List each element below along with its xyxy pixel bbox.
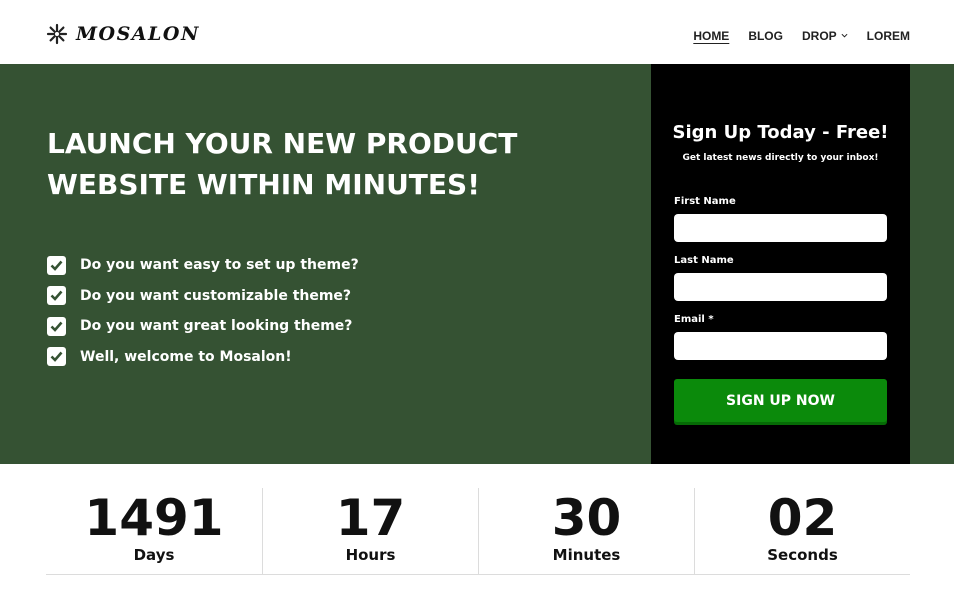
checklist-text: Do you want great looking theme? (80, 318, 353, 335)
countdown-minutes: 30 Minutes (478, 488, 694, 575)
checkbox-checked-icon (47, 286, 66, 306)
last-name-field[interactable] (674, 273, 887, 301)
countdown-value: 30 (551, 489, 622, 547)
asterisk-flower-icon (46, 23, 68, 45)
checkbox-checked-icon (47, 255, 66, 275)
nav-lorem[interactable]: LOREM (867, 29, 910, 43)
hero-title-line2: WEBSITE WITHIN MINUTES! (47, 168, 480, 201)
countdown-value: 17 (335, 489, 406, 547)
site-logo[interactable]: MOSALON (46, 21, 200, 47)
checklist-text: Well, welcome to Mosalon! (80, 348, 292, 365)
checklist-text: Do you want customizable theme? (80, 287, 352, 304)
first-name-label: First Name (674, 196, 736, 207)
nav-drop-label: DROP (801, 29, 837, 43)
countdown-value: 02 (767, 489, 838, 547)
hero-title: LAUNCH YOUR NEW PRODUCT WEBSITE WITHIN M… (47, 123, 567, 205)
countdown-label: Days (133, 546, 175, 564)
countdown-seconds: 02 Seconds (694, 488, 910, 575)
site-header: MOSALON HOME BLOG DROP LOREM (0, 0, 954, 64)
email-label: Email * (674, 314, 714, 325)
logo-text: MOSALON (76, 23, 200, 45)
main-nav: HOME BLOG DROP LOREM (693, 29, 910, 43)
countdown-label: Hours (345, 546, 396, 564)
checklist-text: Do you want easy to set up theme? (80, 257, 359, 274)
countdown-timer: 1491 Days 17 Hours 30 Minutes 02 Seconds (46, 488, 910, 575)
checkbox-checked-icon (47, 316, 66, 336)
first-name-field[interactable] (674, 214, 887, 242)
signup-form: Sign Up Today - Free! Get latest news di… (651, 64, 910, 464)
countdown-days: 1491 Days (46, 488, 262, 575)
last-name-label: Last Name (674, 255, 734, 266)
chevron-down-icon (841, 33, 848, 38)
checkbox-checked-icon (47, 347, 66, 367)
feature-checklist: Do you want easy to set up theme? Do you… (47, 250, 359, 372)
checklist-item: Do you want customizable theme? (47, 281, 359, 312)
countdown-value: 1491 (84, 489, 224, 547)
countdown-label: Seconds (767, 546, 838, 564)
nav-home[interactable]: HOME (693, 29, 729, 43)
signup-title: Sign Up Today - Free! (672, 122, 889, 143)
sign-up-button[interactable]: SIGN UP NOW (674, 379, 887, 422)
hero-title-line1: LAUNCH YOUR NEW PRODUCT (47, 127, 518, 160)
checklist-item: Do you want great looking theme? (47, 311, 359, 342)
nav-drop[interactable]: DROP (802, 29, 848, 43)
signup-subtitle: Get latest news directly to your inbox! (682, 153, 879, 163)
nav-blog[interactable]: BLOG (748, 29, 783, 43)
checklist-item: Well, welcome to Mosalon! (47, 342, 359, 373)
checklist-item: Do you want easy to set up theme? (47, 250, 359, 281)
countdown-hours: 17 Hours (262, 488, 478, 575)
email-field[interactable] (674, 332, 887, 360)
countdown-label: Minutes (552, 546, 621, 564)
